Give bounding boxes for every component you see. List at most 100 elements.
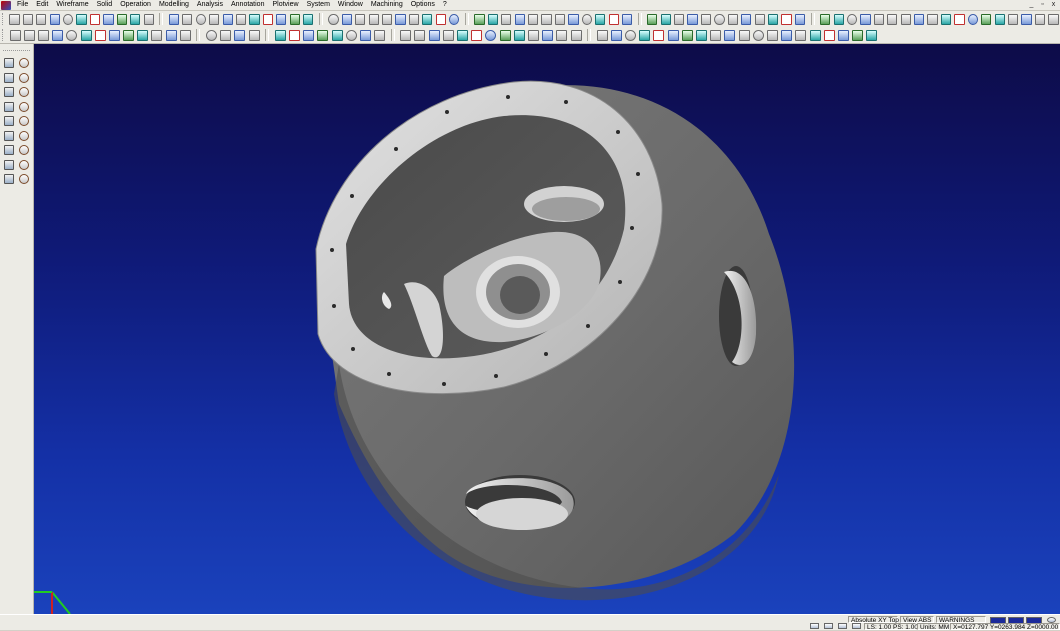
toolbar-tool-icon[interactable] <box>768 13 779 25</box>
toolbar-tool-icon[interactable] <box>647 13 658 25</box>
left-tool-icon[interactable] <box>4 58 14 69</box>
status-icon-4[interactable] <box>852 623 861 629</box>
menu-item-annotation[interactable]: Annotation <box>227 0 268 10</box>
left-tool-icon[interactable] <box>19 174 29 185</box>
toolbar-tool-icon[interactable] <box>809 29 821 41</box>
toolbar-tool-icon[interactable] <box>752 29 764 41</box>
toolbar-tool-icon[interactable] <box>289 13 300 25</box>
left-tool-icon[interactable] <box>19 159 29 170</box>
toolbar-tool-icon[interactable] <box>195 13 206 25</box>
toolbar-tool-icon[interactable] <box>274 29 286 41</box>
toolbar-tool-icon[interactable] <box>63 13 74 25</box>
toolbar-tool-icon[interactable] <box>276 13 287 25</box>
left-tool-icon[interactable] <box>4 87 14 98</box>
toolbar-tool-icon[interactable] <box>168 13 180 25</box>
toolbar-tool-icon[interactable] <box>542 29 554 41</box>
left-tool-icon[interactable] <box>4 101 14 112</box>
toolbar-tool-icon[interactable] <box>94 29 106 41</box>
menu-item-window[interactable]: Window <box>334 0 367 10</box>
left-tool-icon[interactable] <box>19 58 29 69</box>
toolbar-tool-icon[interactable] <box>234 29 246 41</box>
toolbar-tool-icon[interactable] <box>151 29 163 41</box>
toolbar-tool-icon[interactable] <box>724 29 736 41</box>
toolbar-tool-icon[interactable] <box>595 13 606 25</box>
3d-viewport[interactable] <box>34 44 1060 614</box>
toolbar-tool-icon[interactable] <box>514 13 525 25</box>
toolbar-tool-icon[interactable] <box>368 13 379 25</box>
toolbar-tool-icon[interactable] <box>714 13 725 25</box>
toolbar-tool-icon[interactable] <box>1008 13 1019 25</box>
toolbar-tool-icon[interactable] <box>1034 13 1046 25</box>
toolbar-tool-icon[interactable] <box>900 13 911 25</box>
toolbar-tool-icon[interactable] <box>408 13 420 25</box>
toolbar-tool-icon[interactable] <box>846 13 858 25</box>
toolbar-tool-icon[interactable] <box>395 13 406 25</box>
toolbar-tool-icon[interactable] <box>794 13 806 25</box>
menu-item-plotview[interactable]: Plotview <box>268 0 302 10</box>
toolbar-tool-icon[interactable] <box>700 13 712 25</box>
toolbar-tool-icon[interactable] <box>137 29 149 41</box>
left-tool-icon[interactable] <box>4 116 14 127</box>
toolbar-tool-icon[interactable] <box>527 29 539 41</box>
toolbar-tool-icon[interactable] <box>206 29 218 41</box>
toolbar-tool-icon[interactable] <box>89 13 101 25</box>
toolbar-tool-icon[interactable] <box>866 29 878 41</box>
minimize-button[interactable]: _ <box>1027 1 1036 9</box>
toolbar-tool-icon[interactable] <box>303 29 315 41</box>
toolbar-tool-icon[interactable] <box>852 29 864 41</box>
toolbar-tool-icon[interactable] <box>501 13 512 25</box>
toolbar-tool-icon[interactable] <box>660 13 671 25</box>
left-tool-icon[interactable] <box>4 130 14 141</box>
restore-button[interactable]: ▫ <box>1038 1 1047 9</box>
toolbar-tool-icon[interactable] <box>235 13 247 25</box>
left-tool-icon[interactable] <box>4 72 14 83</box>
menu-item-options[interactable]: Options <box>407 0 439 10</box>
toolbar-tool-icon[interactable] <box>457 29 469 41</box>
toolbar-tool-icon[interactable] <box>981 13 992 25</box>
menu-item-wireframe[interactable]: Wireframe <box>52 0 92 10</box>
left-tool-icon[interactable] <box>4 159 14 170</box>
menu-item-operation[interactable]: Operation <box>116 0 155 10</box>
toolbar-tool-icon[interactable] <box>23 29 35 41</box>
toolbar-tool-icon[interactable] <box>341 13 352 25</box>
toolbar-tool-icon[interactable] <box>422 13 433 25</box>
toolbar-tool-icon[interactable] <box>940 13 952 25</box>
toolbar-tool-icon[interactable] <box>674 13 685 25</box>
toolbar-tool-icon[interactable] <box>428 29 440 41</box>
toolbar-tool-icon[interactable] <box>927 13 938 25</box>
toolbar-tool-icon[interactable] <box>471 29 483 41</box>
toolbar-tool-icon[interactable] <box>499 29 511 41</box>
toolbar-tool-icon[interactable] <box>766 29 778 41</box>
toolbar-tool-icon[interactable] <box>374 29 386 41</box>
toolbar-tool-icon[interactable] <box>80 29 92 41</box>
toolbar-tool-icon[interactable] <box>608 13 619 25</box>
toolbar-tool-icon[interactable] <box>303 13 314 25</box>
toolbar-tool-icon[interactable] <box>449 13 460 25</box>
toolbar-tool-icon[interactable] <box>49 13 60 25</box>
toolbar-tool-icon[interactable] <box>914 13 925 25</box>
toolbar-tool-icon[interactable] <box>781 13 792 25</box>
toolbar-tool-icon[interactable] <box>781 29 793 41</box>
menu-item-edit[interactable]: Edit <box>32 0 52 10</box>
toolbar-tool-icon[interactable] <box>414 29 426 41</box>
status-icon-1[interactable] <box>810 623 819 629</box>
toolbar-tool-icon[interactable] <box>696 29 708 41</box>
warnings-label[interactable]: WARNINGS <box>936 616 986 624</box>
toolbar-tool-icon[interactable] <box>359 29 371 41</box>
toolbar-tool-icon[interactable] <box>653 29 665 41</box>
menu-item-machining[interactable]: Machining <box>367 0 407 10</box>
toolbar-tool-icon[interactable] <box>52 29 64 41</box>
status-icon-3[interactable] <box>838 623 847 629</box>
toolbar-tool-icon[interactable] <box>639 29 651 41</box>
toolbar-tool-icon[interactable] <box>1021 13 1032 25</box>
toolbar-tool-icon[interactable] <box>108 29 120 41</box>
toolbar-tool-icon[interactable] <box>710 29 722 41</box>
toolbar-tool-icon[interactable] <box>610 29 622 41</box>
toolbar-tool-icon[interactable] <box>833 13 844 25</box>
toolbar-tool-icon[interactable] <box>860 13 871 25</box>
toolbar-tool-icon[interactable] <box>179 29 191 41</box>
toolbar-tool-icon[interactable] <box>474 13 485 25</box>
toolbar-tool-icon[interactable] <box>487 13 498 25</box>
toolbar-tool-icon[interactable] <box>381 13 393 25</box>
toolbar-tool-icon[interactable] <box>954 13 965 25</box>
